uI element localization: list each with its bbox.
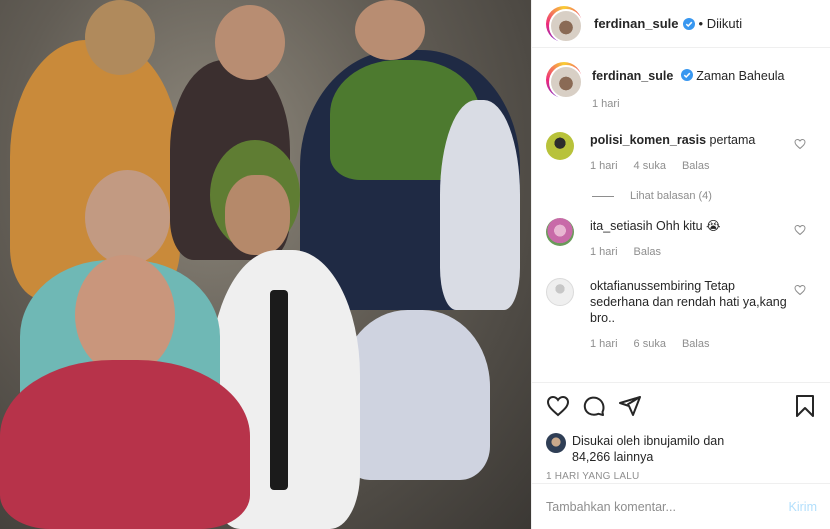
photo-figure — [75, 255, 175, 375]
caption-username[interactable]: ferdinan_sule — [592, 69, 673, 83]
comment-likes[interactable]: 4 suka — [634, 158, 666, 174]
heart-icon[interactable] — [546, 394, 570, 418]
commenter-avatar[interactable] — [546, 132, 574, 160]
photo-figure — [225, 175, 290, 255]
photo-figure — [355, 0, 425, 60]
view-replies[interactable]: Lihat balasan (4) — [592, 190, 816, 202]
caption-avatar[interactable] — [546, 62, 583, 99]
verified-icon — [680, 69, 693, 81]
post-sidebar: ferdinan_sule • Diikuti ferdinan_sule Za… — [531, 0, 830, 529]
comment-item: ita_setiasih Ohh kitu 😭 1 hari Balas — [546, 218, 816, 260]
comment-username[interactable]: polisi_komen_rasis — [590, 133, 706, 147]
author-username[interactable]: ferdinan_sule — [594, 16, 679, 31]
post-comment-button[interactable]: Kirim — [789, 500, 817, 514]
replies-divider — [592, 195, 614, 197]
comment-text: pertama — [709, 133, 756, 147]
bookmark-icon[interactable] — [793, 394, 817, 418]
caption: ferdinan_sule Zaman Baheula 1 hari — [546, 62, 816, 112]
follow-status[interactable]: • Diikuti — [699, 16, 743, 31]
reply-button[interactable]: Balas — [682, 158, 710, 174]
post-actions: Disukai oleh ibnujamilo dan 84,266 lainn… — [532, 382, 830, 482]
comment-username[interactable]: ita_setiasih — [590, 219, 653, 233]
comment-age: 1 hari — [590, 160, 618, 172]
post-photo[interactable] — [0, 0, 531, 529]
photo-figure — [270, 290, 288, 490]
view-replies-label[interactable]: Lihat balasan (4) — [630, 190, 712, 202]
likes-summary[interactable]: Disukai oleh ibnujamilo dan 84,266 lainn… — [546, 433, 817, 465]
commenter-avatar[interactable] — [546, 278, 574, 306]
comment-item: oktafianussembiring Tetap sederhana dan … — [546, 278, 816, 352]
add-comment-bar: Kirim — [532, 483, 830, 529]
likes-line-2: 84,266 lainnya — [572, 450, 654, 464]
comment-username[interactable]: oktafianussembiring — [590, 279, 701, 293]
liker-avatar[interactable] — [546, 433, 566, 453]
likes-line-1: Disukai oleh ibnujamilo dan — [572, 434, 725, 448]
heart-icon[interactable] — [794, 224, 806, 236]
caption-text: Zaman Baheula — [696, 69, 785, 83]
photo-figure — [340, 310, 490, 480]
post-date: 1 HARI YANG LALU — [546, 471, 640, 482]
heart-icon[interactable] — [794, 138, 806, 150]
photo-figure — [440, 100, 520, 310]
comment-likes[interactable]: 6 suka — [634, 336, 666, 352]
reply-button[interactable]: Balas — [634, 244, 662, 260]
photo-figure — [0, 360, 250, 529]
comment-age: 1 hari — [590, 338, 618, 350]
commenter-avatar[interactable] — [546, 218, 574, 246]
post-header: ferdinan_sule • Diikuti — [532, 0, 830, 48]
reply-button[interactable]: Balas — [682, 336, 710, 352]
share-icon[interactable] — [618, 394, 642, 418]
author-avatar[interactable] — [546, 5, 583, 43]
comment-icon[interactable] — [582, 394, 606, 418]
comment-item: polisi_komen_rasis pertama 1 hari 4 suka… — [546, 132, 816, 174]
comments-list: ferdinan_sule Zaman Baheula 1 hari polis… — [532, 48, 830, 352]
photo-figure — [85, 0, 155, 75]
action-bar — [546, 393, 817, 419]
comment-input[interactable] — [546, 499, 789, 514]
caption-age: 1 hari — [592, 98, 620, 110]
comment-age: 1 hari — [590, 246, 618, 258]
photo-figure — [215, 5, 285, 80]
heart-icon[interactable] — [794, 284, 806, 296]
photo-figure — [85, 170, 170, 265]
comment-text: Ohh kitu 😭 — [656, 219, 721, 233]
verified-icon — [682, 17, 695, 30]
